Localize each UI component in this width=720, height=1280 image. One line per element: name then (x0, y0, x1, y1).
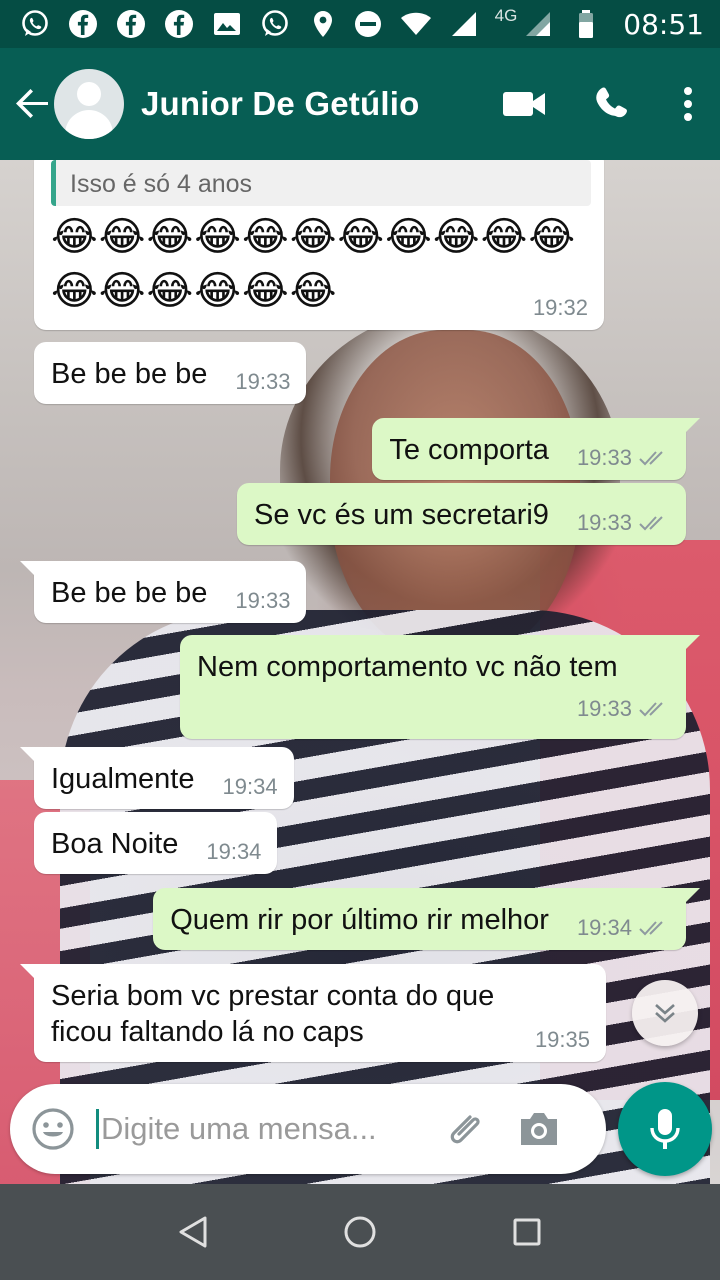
message-composer (10, 1084, 606, 1174)
battery-icon (569, 7, 603, 41)
voice-call-button[interactable] (568, 48, 656, 160)
read-receipt-icon (638, 918, 670, 938)
emoji-button[interactable] (14, 1084, 92, 1174)
message-bubble-in[interactable]: Igualmente 19:34 (20, 747, 294, 809)
chat-area[interactable]: Isso é só 4 anos 😂😂😂😂😂😂😂😂😂😂😂 😂😂😂😂😂😂 19:3… (0, 160, 720, 1184)
facebook-icon (162, 7, 196, 41)
message-bubble-in[interactable]: Boa Noite 19:34 (34, 812, 278, 874)
message-text: Igualmente (51, 763, 195, 795)
message-time: 19:33 (235, 588, 291, 613)
message-bubble-in[interactable]: Be be be be 19:33 (34, 342, 307, 404)
read-receipt-icon (638, 448, 670, 468)
message-time: 19:33 (576, 696, 632, 721)
phone-icon (596, 87, 627, 118)
attach-icon (450, 1115, 480, 1144)
message-time: 19:35 (534, 1027, 590, 1052)
more-vert-icon (684, 87, 692, 121)
message-text: Se vc és um secretari9 (253, 499, 549, 531)
message-text: 😂😂😂😂😂😂 (51, 269, 338, 313)
nav-back-button[interactable] (153, 1192, 233, 1272)
attach-button[interactable] (431, 1084, 503, 1174)
message-time: 19:32 (532, 295, 588, 320)
system-navigation-bar (0, 1184, 720, 1280)
message-text: Te comporta (389, 434, 549, 466)
clock: 08:51 (623, 7, 704, 41)
scroll-to-bottom-button[interactable] (632, 980, 698, 1046)
message-time: 19:34 (222, 774, 278, 799)
message-time: 19:34 (576, 915, 632, 940)
message-bubble-out[interactable]: Quem rir por último rir melhor 19:34 (153, 888, 700, 950)
signal-icon (521, 7, 555, 41)
camera-button[interactable] (503, 1084, 575, 1174)
message-time: 19:33 (576, 445, 632, 470)
network-type-label: 4G (494, 6, 518, 25)
wifi-icon (399, 7, 433, 41)
message-bubble-out[interactable]: Te comporta 19:33 (372, 418, 700, 480)
avatar[interactable] (54, 69, 124, 139)
status-bar: 4G 08:51 (0, 0, 720, 48)
do-not-disturb-icon (351, 7, 385, 41)
nav-home-button[interactable] (320, 1192, 400, 1272)
image-icon (210, 7, 244, 41)
back-button[interactable] (4, 48, 60, 160)
read-receipt-icon (638, 513, 670, 533)
message-time: 19:33 (235, 369, 291, 394)
facebook-icon (114, 7, 148, 41)
message-text: Seria bom vc prestar conta do que (51, 980, 495, 1012)
message-time: 19:33 (576, 510, 632, 535)
message-bubble-out[interactable]: Nem comportamento vc não tem 19:33 (180, 635, 700, 739)
message-text: Be be be be (51, 577, 208, 609)
circle-home-icon (344, 1216, 376, 1248)
quoted-message[interactable]: Isso é só 4 anos (51, 160, 591, 206)
message-bubble-in[interactable]: Be be be be 19:33 (19, 561, 307, 623)
triangle-back-icon (179, 1216, 207, 1248)
contact-name[interactable]: Junior De Getúlio (141, 85, 419, 123)
message-text: Quem rir por último rir melhor (170, 904, 549, 936)
message-input[interactable] (101, 1111, 431, 1147)
nav-recents-button[interactable] (487, 1192, 567, 1272)
message-bubble-in[interactable]: Seria bom vc prestar conta do que ficou … (20, 964, 606, 1062)
double-chevron-down-icon (655, 1004, 675, 1023)
back-arrow-icon (16, 89, 48, 118)
facebook-icon (66, 7, 100, 41)
signal-icon (447, 7, 481, 41)
more-options-button[interactable] (656, 48, 720, 160)
read-receipt-icon (638, 699, 670, 719)
message-text: Nem comportamento vc não tem (197, 651, 618, 683)
whatsapp-icon (18, 7, 52, 41)
message-text: Boa Noite (51, 828, 179, 860)
chat-header: Junior De Getúlio (0, 48, 720, 160)
emoji-icon (32, 1108, 74, 1150)
video-call-button[interactable] (480, 48, 568, 160)
square-recents-icon (513, 1218, 541, 1246)
message-text: Be be be be (51, 358, 208, 390)
message-text: 😂😂😂😂😂😂😂😂😂😂😂 (51, 215, 577, 259)
message-bubble-in[interactable]: Isso é só 4 anos 😂😂😂😂😂😂😂😂😂😂😂 😂😂😂😂😂😂 19:3… (34, 160, 604, 330)
camera-icon (521, 1113, 557, 1145)
mic-icon (650, 1109, 680, 1149)
whatsapp-icon (258, 7, 292, 41)
text-cursor (96, 1109, 99, 1149)
message-time: 19:34 (206, 839, 262, 864)
location-icon (306, 7, 340, 41)
message-bubble-out[interactable]: Se vc és um secretari9 19:33 (236, 483, 686, 545)
video-call-icon (503, 92, 545, 116)
message-text: ficou faltando lá no caps (51, 1016, 364, 1048)
voice-message-button[interactable] (618, 1082, 712, 1176)
